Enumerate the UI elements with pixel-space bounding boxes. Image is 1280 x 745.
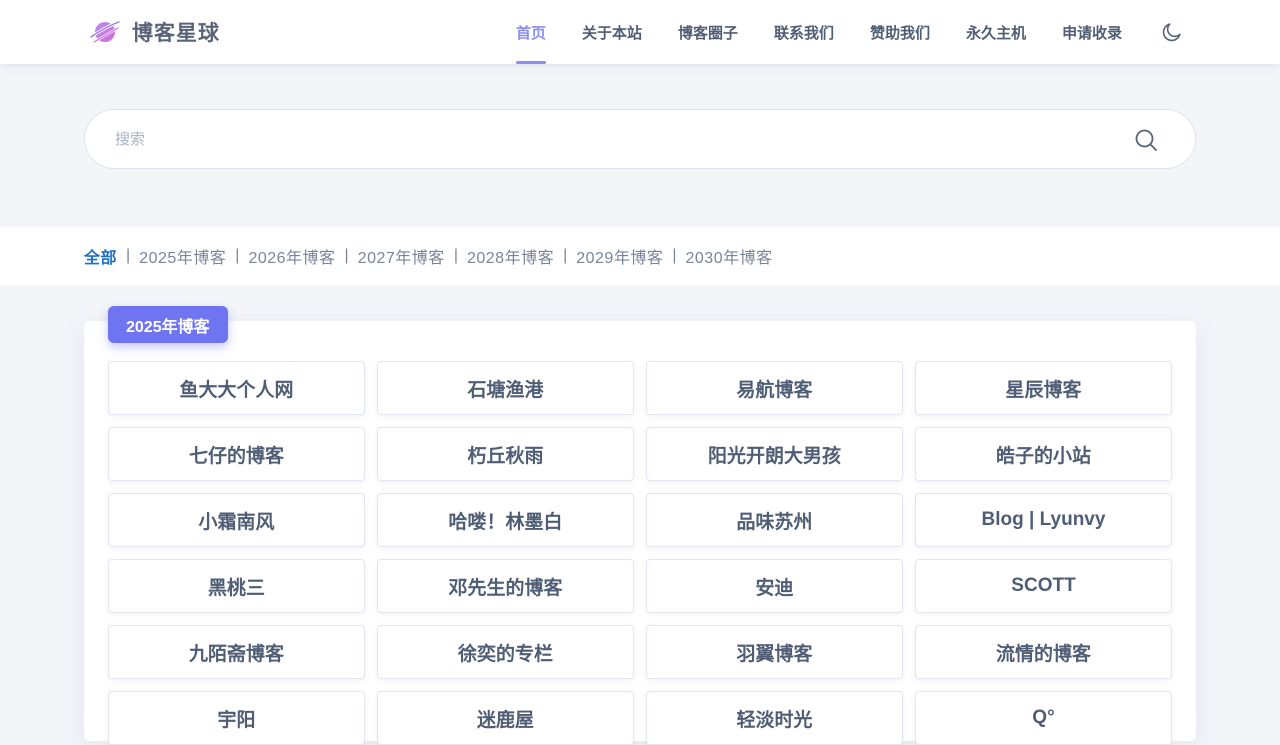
nav-item[interactable]: 首页 (498, 0, 564, 64)
blog-link[interactable]: Q° (915, 691, 1172, 745)
search-input[interactable] (115, 110, 1115, 168)
blog-link[interactable]: 品味苏州 (646, 493, 903, 547)
filter-item[interactable]: 2028年博客 (467, 244, 554, 268)
filter-item[interactable]: 2029年博客 (576, 244, 663, 268)
filter-item[interactable]: 2030年博客 (686, 244, 773, 268)
blog-link[interactable]: 宇阳 (108, 691, 365, 745)
blog-link-grid: 鱼大大个人网 石塘渔港 易航博客 星辰博客七仔的博客 朽丘秋雨 阳光开朗大男孩 皓子的小站小… (108, 361, 1172, 745)
blog-link[interactable]: 轻淡时光 (646, 691, 903, 745)
filter-separator: | (126, 247, 131, 264)
blog-link[interactable]: 流情的博客 (915, 625, 1172, 679)
moon-icon (1162, 23, 1181, 42)
blog-link[interactable]: 朽丘秋雨 (377, 427, 634, 481)
filter-separator: | (344, 247, 349, 264)
nav-item[interactable]: 申请收录 (1044, 0, 1140, 64)
theme-toggle-button[interactable] (1158, 18, 1186, 46)
filter-separator: | (672, 247, 677, 264)
planet-logo-icon (89, 20, 121, 44)
category-filter-bar: 全部 | 2025年博客 | 2026年博客 | 2027年博客 | 2028年博客 | 2029年… (0, 227, 1280, 285)
site-title: 博客星球 (132, 22, 220, 45)
blog-link[interactable]: 安迪 (646, 559, 903, 613)
filter-item[interactable]: 2026年博客 (248, 244, 335, 268)
top-header: 博客星球 首页 关于本站 博客圈子 联系我们 赞助我们 永久主机 申请收录 (0, 0, 1280, 64)
nav-item[interactable]: 联系我们 (756, 0, 852, 64)
blog-link[interactable]: 小霜南风 (108, 493, 365, 547)
filter-item[interactable]: 2027年博客 (358, 244, 445, 268)
blog-link[interactable]: 星辰博客 (915, 361, 1172, 415)
blog-link[interactable]: Blog | Lyunvy (915, 493, 1172, 547)
blog-link[interactable]: SCOTT (915, 559, 1172, 613)
blog-link[interactable]: 黑桃三 (108, 559, 365, 613)
nav-item[interactable]: 赞助我们 (852, 0, 948, 64)
blog-link[interactable]: 九陌斋博客 (108, 625, 365, 679)
filter-item[interactable]: 全部 (84, 244, 117, 268)
blog-link[interactable]: 石塘渔港 (377, 361, 634, 415)
blog-link[interactable]: 皓子的小站 (915, 427, 1172, 481)
blog-link[interactable]: 鱼大大个人网 (108, 361, 365, 415)
blog-link[interactable]: 羽翼博客 (646, 625, 903, 679)
blog-link[interactable]: 易航博客 (646, 361, 903, 415)
search-button[interactable] (1131, 125, 1161, 155)
blog-link[interactable]: 邓先生的博客 (377, 559, 634, 613)
filter-separator: | (453, 247, 458, 264)
search-box (84, 109, 1196, 169)
blog-link[interactable]: 阳光开朗大男孩 (646, 427, 903, 481)
filter-separator: | (235, 247, 240, 264)
blog-link[interactable]: 七仔的博客 (108, 427, 365, 481)
filter-separator: | (563, 247, 568, 264)
section-tag: 2025年博客 (108, 306, 228, 343)
blog-link[interactable]: 迷鹿屋 (377, 691, 634, 745)
filter-item[interactable]: 2025年博客 (139, 244, 226, 268)
nav-item[interactable]: 关于本站 (564, 0, 660, 64)
nav-item[interactable]: 永久主机 (948, 0, 1044, 64)
nav-item[interactable]: 博客圈子 (660, 0, 756, 64)
blog-link[interactable]: 哈喽！林墨白 (377, 493, 634, 547)
blog-link[interactable]: 徐奕的专栏 (377, 625, 634, 679)
main-nav: 首页 关于本站 博客圈子 联系我们 赞助我们 永久主机 申请收录 (498, 0, 1140, 64)
site-logo[interactable]: 博客星球 (88, 16, 220, 48)
search-icon (1135, 129, 1157, 151)
category-filter-list: 全部 | 2025年博客 | 2026年博客 | 2027年博客 | 2028年博客 | 2029年… (84, 227, 773, 285)
